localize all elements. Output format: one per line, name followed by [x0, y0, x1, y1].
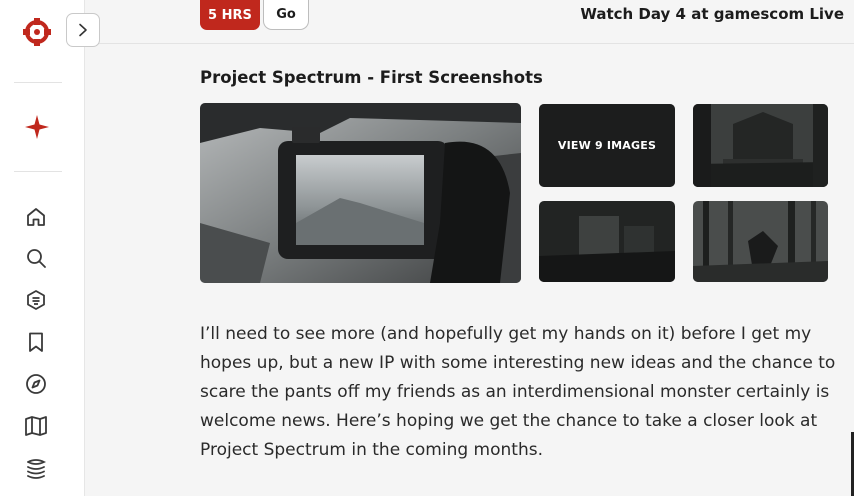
chevron-right-icon — [79, 23, 87, 37]
gallery-thumb-house[interactable] — [693, 104, 828, 187]
article-paragraph: I’ll need to see more (and hopefully get… — [200, 324, 836, 460]
home-icon[interactable] — [24, 205, 48, 229]
expand-sidebar-button[interactable] — [66, 13, 100, 47]
search-icon[interactable] — [24, 246, 48, 270]
bookmark-icon[interactable] — [24, 330, 48, 354]
ign-logo-icon[interactable] — [23, 18, 51, 46]
view-all-images-tile[interactable]: VIEW 9 IMAGES — [539, 104, 675, 187]
watch-live-link[interactable]: Watch Day 4 at gamescom Live — [580, 5, 844, 23]
compass-icon[interactable] — [24, 372, 48, 396]
map-icon[interactable] — [24, 414, 48, 438]
gallery-thumb-forest[interactable] — [693, 201, 828, 282]
sidebar-divider — [14, 82, 62, 83]
sidebar — [0, 0, 85, 496]
view-images-label: VIEW 9 IMAGES — [557, 139, 657, 152]
sidebar-divider — [14, 171, 62, 172]
top-bar: 5 HRS Go Watch Day 4 at gamescom Live — [86, 0, 854, 44]
live-time-badge: 5 HRS — [200, 0, 260, 30]
ign-plus-icon[interactable] — [24, 114, 50, 140]
gallery-main-image[interactable] — [200, 103, 521, 283]
gallery-thumb-room[interactable] — [539, 201, 675, 282]
go-button[interactable]: Go — [263, 0, 309, 30]
gallery-title: Project Spectrum - First Screenshots — [200, 68, 543, 87]
stack-icon[interactable] — [24, 456, 48, 480]
shield-icon[interactable] — [24, 288, 48, 312]
